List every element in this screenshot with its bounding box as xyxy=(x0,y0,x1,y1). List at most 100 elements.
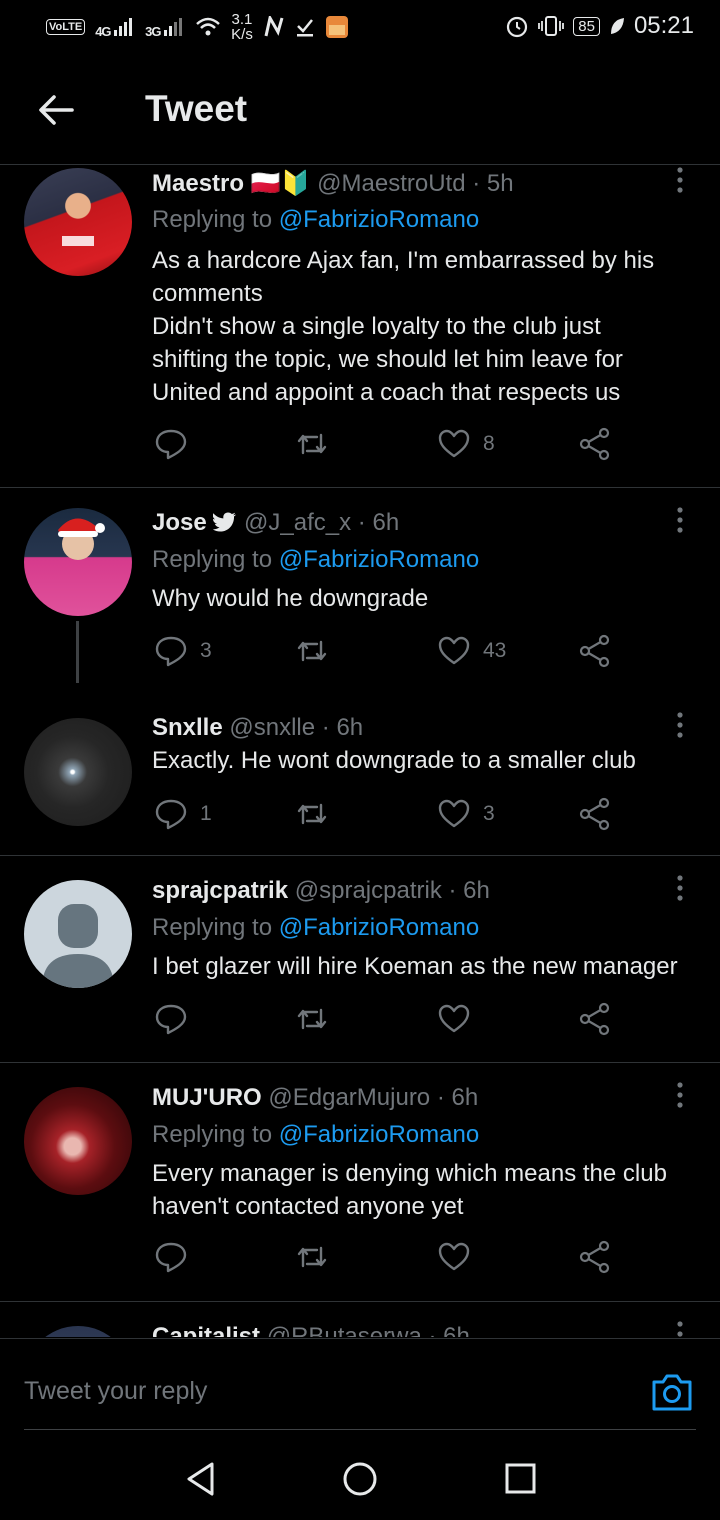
share-button[interactable] xyxy=(578,797,612,831)
twitter-bird-icon xyxy=(212,512,237,532)
retweet-icon xyxy=(297,640,327,662)
tweet-item[interactable]: Maestro 🇵🇱🔰 @MaestroUtd · 5h Replying to… xyxy=(0,165,720,487)
replying-to-link[interactable]: @FabrizioRomano xyxy=(279,1121,479,1148)
square-recents-icon[interactable] xyxy=(503,1460,537,1498)
more-options-icon[interactable] xyxy=(668,874,692,904)
author-name[interactable]: Maestro xyxy=(152,170,244,197)
author-handle[interactable]: @EdgarMujuro xyxy=(268,1084,430,1111)
author-name[interactable]: Snxlle xyxy=(152,714,223,741)
author-handle[interactable]: @J_afc_x xyxy=(244,509,351,536)
volte-badge: VoLTE xyxy=(46,19,86,35)
replying-to-link[interactable]: @FabrizioRomano xyxy=(279,546,479,573)
share-icon xyxy=(579,1240,610,1274)
share-button[interactable] xyxy=(578,634,612,668)
reply-button[interactable] xyxy=(154,1002,200,1036)
like-button[interactable]: 8 xyxy=(437,427,495,461)
status-left: VoLTE 4G 3G 3.1 K/s xyxy=(46,12,349,42)
separator: · xyxy=(436,1084,445,1111)
retweet-button[interactable] xyxy=(295,1002,341,1036)
avatar[interactable] xyxy=(24,508,132,616)
reply-button[interactable] xyxy=(154,427,200,461)
triangle-back-icon[interactable] xyxy=(184,1460,218,1498)
tweet-item[interactable]: Capitalist @RButaserwa · 6h xyxy=(0,1302,720,1337)
author-name[interactable]: MUJ'URO xyxy=(152,1084,262,1111)
share-button[interactable] xyxy=(578,427,612,461)
circle-home-icon[interactable] xyxy=(342,1460,378,1498)
tweet-item[interactable]: MUJ'URO @EdgarMujuro · 6h Replying to @F… xyxy=(0,1063,720,1301)
tweet-text: Exactly. He wont downgrade to a smaller … xyxy=(152,747,636,774)
heart-icon xyxy=(438,429,470,458)
more-options-icon[interactable] xyxy=(668,711,692,741)
author-name[interactable]: sprajcpatrik xyxy=(152,877,288,904)
system-navigation-bar xyxy=(0,1430,720,1520)
retweet-button[interactable] xyxy=(295,797,341,831)
tweet-time[interactable]: 5h xyxy=(487,170,514,197)
avatar[interactable] xyxy=(24,718,132,826)
tweet-item[interactable]: Snxlle @snxlle · 6h Exactly. He wont dow… xyxy=(0,688,720,855)
tweet-time[interactable]: 6h xyxy=(336,714,363,741)
replying-to: Replying to @FabrizioRomano xyxy=(152,914,479,942)
more-options-icon[interactable] xyxy=(668,506,692,536)
retweet-button[interactable] xyxy=(295,634,341,668)
like-button[interactable]: 3 xyxy=(437,797,495,831)
replying-to-link[interactable]: @FabrizioRomano xyxy=(279,206,479,233)
like-button[interactable]: 43 xyxy=(437,634,506,668)
status-right: 85 05:21 xyxy=(505,12,694,40)
author-flag-emoji: 🇵🇱🔰 xyxy=(250,170,311,197)
tweet-text: As a hardcore Ajax fan, I'm embarrassed … xyxy=(152,247,655,406)
separator: · xyxy=(357,509,366,536)
share-icon xyxy=(579,797,610,831)
reply-button[interactable]: 1 xyxy=(154,797,212,831)
like-button[interactable] xyxy=(437,1002,483,1036)
reply-button[interactable]: 3 xyxy=(154,634,212,668)
replying-prefix: Replying to xyxy=(152,1121,273,1148)
network-speed: 3.1 K/s xyxy=(231,11,253,43)
more-options-icon[interactable] xyxy=(668,166,692,196)
reply-button[interactable] xyxy=(154,1240,200,1274)
tweet-item[interactable]: sprajcpatrik @sprajcpatrik · 6h Replying… xyxy=(0,856,720,1062)
reply-count: 1 xyxy=(200,802,212,825)
separator: · xyxy=(448,877,457,904)
author-name[interactable]: Jose xyxy=(152,509,207,536)
avatar[interactable] xyxy=(24,880,132,988)
author-name[interactable]: Capitalist xyxy=(152,1323,260,1337)
tweet-time[interactable]: 6h xyxy=(443,1323,470,1337)
tweet-time[interactable]: 6h xyxy=(372,509,399,536)
tweet-actions: 1 3 xyxy=(152,797,632,837)
more-options-icon[interactable] xyxy=(668,1320,692,1337)
replying-prefix: Replying to xyxy=(152,206,273,233)
reply-input[interactable]: Tweet your reply xyxy=(24,1377,207,1406)
author-handle[interactable]: @RButaserwa xyxy=(267,1323,422,1337)
battery-level: 85 xyxy=(573,16,600,36)
avatar[interactable] xyxy=(24,168,132,276)
tweet-time[interactable]: 6h xyxy=(463,877,490,904)
share-button[interactable] xyxy=(578,1240,612,1274)
retweet-button[interactable] xyxy=(295,1240,341,1274)
tweet-item[interactable]: Jose @J_afc_x · 6h Replying to @Fabrizio… xyxy=(0,488,720,688)
tweet-header: Maestro 🇵🇱🔰 @MaestroUtd · 5h xyxy=(152,169,514,198)
retweet-icon xyxy=(297,1246,327,1268)
like-button[interactable] xyxy=(437,1240,483,1274)
author-handle[interactable]: @MaestroUtd xyxy=(317,170,465,197)
download-done-icon xyxy=(296,19,313,37)
heart-icon xyxy=(438,799,470,828)
replying-to-link[interactable]: @FabrizioRomano xyxy=(279,914,479,941)
status-time: 05:21 xyxy=(633,12,694,39)
reply-composer[interactable]: Tweet your reply xyxy=(0,1338,720,1430)
retweet-button[interactable] xyxy=(295,427,341,461)
author-handle[interactable]: @sprajcpatrik xyxy=(295,877,442,904)
share-icon xyxy=(579,427,610,461)
avatar[interactable] xyxy=(24,1326,132,1337)
camera-icon[interactable] xyxy=(650,1371,694,1413)
more-options-icon[interactable] xyxy=(668,1081,692,1111)
author-handle[interactable]: @snxlle xyxy=(229,714,315,741)
share-button[interactable] xyxy=(578,1002,612,1036)
arrow-left-icon[interactable] xyxy=(36,90,76,130)
replies-feed[interactable]: Maestro 🇵🇱🔰 @MaestroUtd · 5h Replying to… xyxy=(0,165,720,1337)
n-notification-icon xyxy=(264,16,284,37)
tweet-time[interactable]: 6h xyxy=(452,1084,479,1111)
avatar[interactable] xyxy=(24,1087,132,1195)
share-icon xyxy=(579,634,610,668)
tweet-text: Every manager is denying which means the… xyxy=(152,1160,667,1220)
reply-icon xyxy=(155,636,187,667)
